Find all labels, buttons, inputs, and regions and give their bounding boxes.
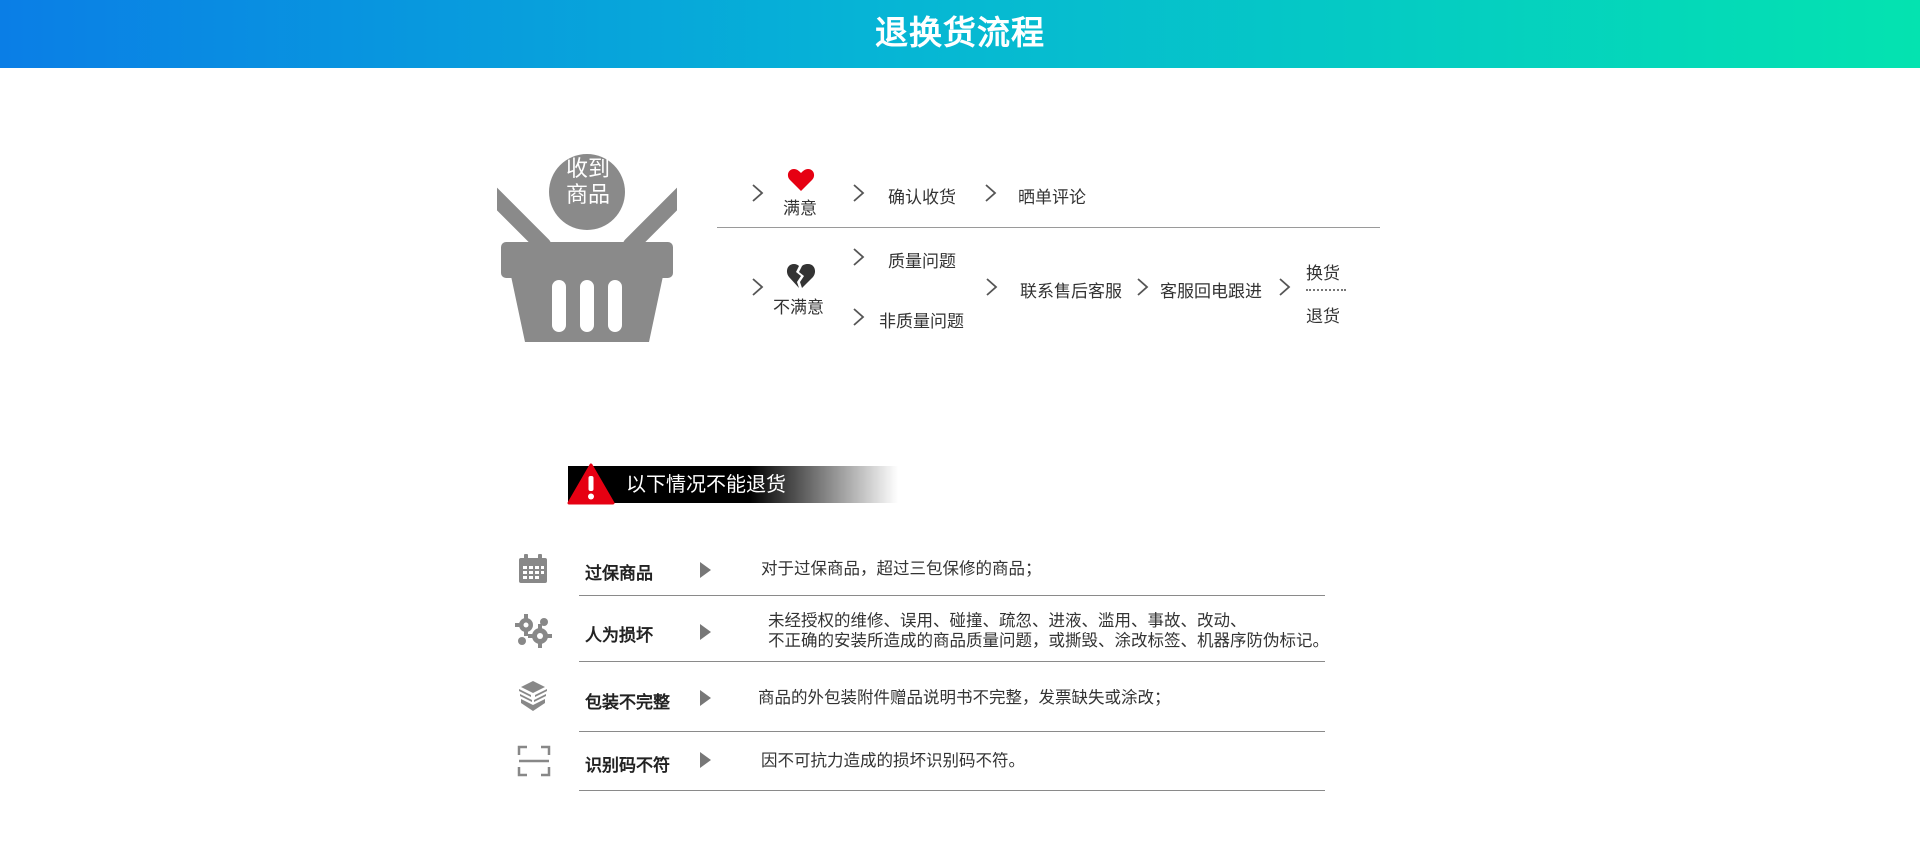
row-divider	[579, 731, 1325, 732]
chevron-right-icon	[1137, 278, 1149, 296]
chevron-right-icon	[853, 248, 865, 266]
triangle-right-icon	[700, 624, 711, 640]
exchange-outcome: 换货	[1306, 264, 1340, 284]
triangle-right-icon	[700, 752, 711, 768]
flow-divider	[717, 227, 1380, 228]
rule-label: 人为损坏	[585, 626, 653, 646]
rule-description: 因不可抗力造成的损坏识别码不符。	[761, 751, 1025, 770]
quality-issue-branch: 质量问题	[888, 252, 956, 272]
chevron-right-icon	[853, 184, 865, 202]
warning-icon	[567, 463, 615, 505]
warning-title: 以下情况不能退货	[626, 472, 786, 496]
post-review-step: 晒单评论	[1018, 188, 1086, 208]
return-outcome: 退货	[1306, 307, 1340, 327]
page-title: 退换货流程	[875, 13, 1045, 52]
triangle-right-icon	[700, 562, 711, 578]
broken-gear-icon	[515, 614, 552, 648]
callback-followup-step: 客服回电跟进	[1160, 282, 1262, 302]
non-quality-issue-branch: 非质量问题	[879, 312, 964, 332]
chevron-right-icon	[986, 278, 998, 296]
contact-service-step: 联系售后客服	[1020, 282, 1122, 302]
rule-label: 包装不完整	[585, 693, 670, 713]
chevron-right-icon	[752, 184, 764, 202]
satisfied-label: 满意	[783, 199, 817, 219]
chevron-right-icon	[752, 278, 764, 296]
chevron-right-icon	[1279, 278, 1291, 296]
open-box-icon	[519, 681, 547, 711]
unsatisfied-label: 不满意	[773, 298, 824, 318]
broken-heart-icon	[786, 264, 816, 288]
calendar-icon	[519, 554, 547, 583]
heart-icon	[787, 169, 815, 191]
received-goods-label: 收到 商品	[565, 157, 610, 208]
triangle-right-icon	[700, 690, 711, 706]
row-divider	[579, 595, 1325, 596]
row-divider	[579, 790, 1325, 791]
chevron-right-icon	[985, 184, 997, 202]
rule-description: 对于过保商品，超过三包保修的商品；	[761, 559, 1042, 578]
row-divider	[579, 661, 1325, 662]
scan-code-icon	[517, 745, 551, 777]
outcome-separator	[1306, 289, 1346, 291]
rule-label: 过保商品	[585, 564, 653, 584]
chevron-right-icon	[853, 308, 865, 326]
confirm-receipt-step: 确认收货	[888, 188, 956, 208]
rule-description: 不正确的安装所造成的商品质量问题，或撕毁、涂改标签、机器序防伪标记。	[768, 631, 1329, 650]
rule-description: 未经授权的维修、误用、碰撞、疏忽、进液、滥用、事故、改动、	[768, 611, 1247, 630]
rule-description: 商品的外包装附件赠品说明书不完整，发票缺失或涂改；	[758, 688, 1171, 707]
rule-label: 识别码不符	[585, 756, 670, 776]
